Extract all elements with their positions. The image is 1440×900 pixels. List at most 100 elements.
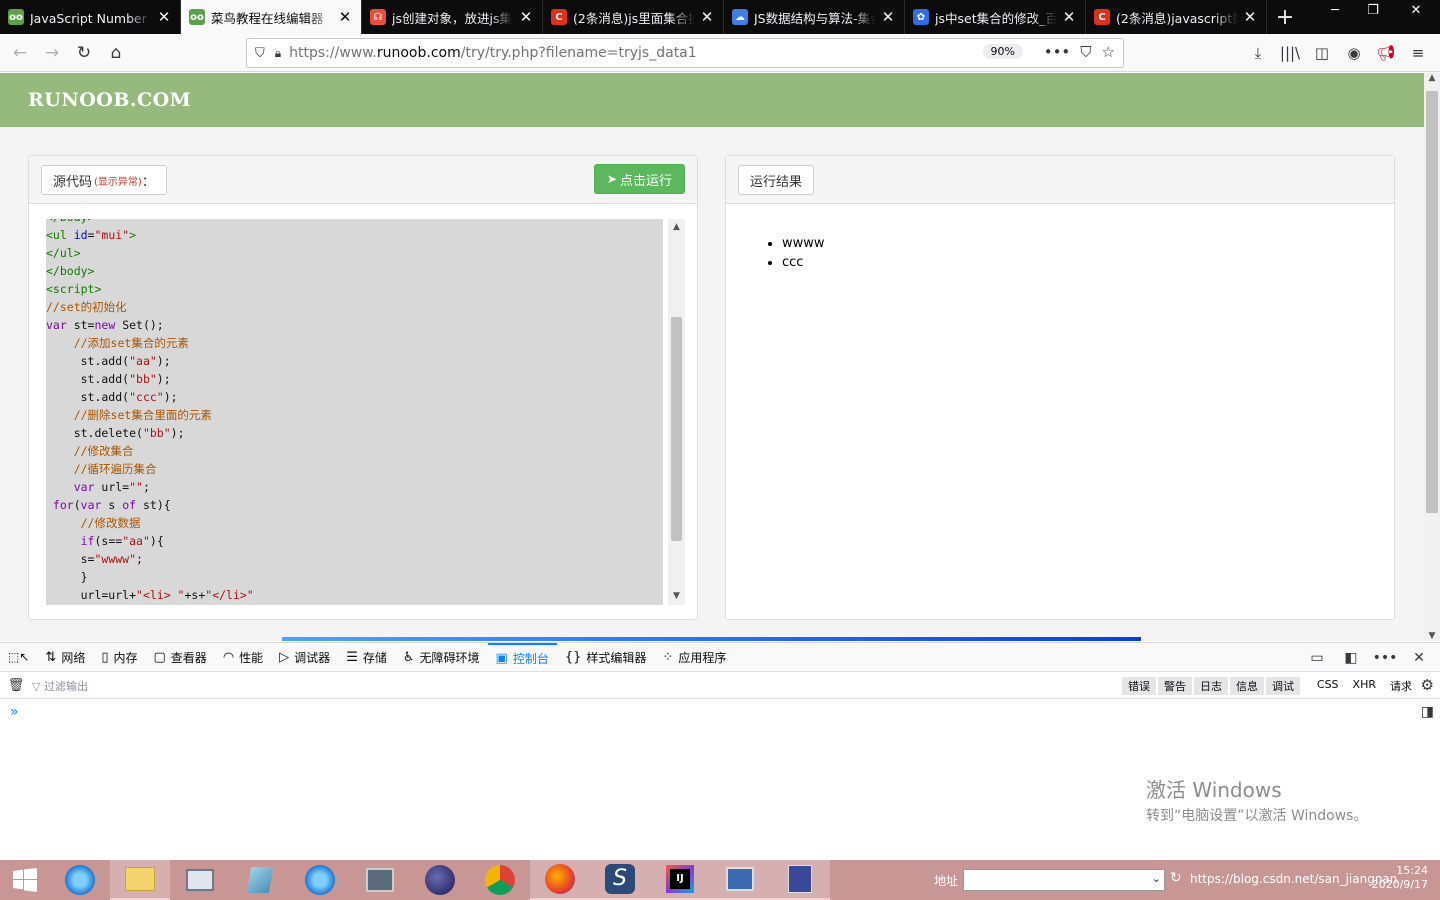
taskbar-building-app-icon[interactable]	[770, 860, 830, 900]
close-window-icon[interactable]: ✕	[1392, 0, 1440, 24]
scrollbar-thumb[interactable]	[671, 317, 682, 541]
level-info-button[interactable]: 信息	[1230, 677, 1264, 695]
devtools-tab-style-editor[interactable]: {} 样式编辑器	[557, 643, 655, 672]
tab-close-icon[interactable]: ✕	[156, 8, 172, 26]
clear-console-icon[interactable]: 🗑︎	[0, 678, 32, 693]
taskbar-chrome-icon[interactable]	[470, 860, 530, 900]
megaphone-icon[interactable]: 📢︎	[1370, 38, 1402, 68]
browser-tab[interactable]: ☁ JS数据结构与算法-集合 ✕	[724, 0, 905, 34]
chevron-down-icon[interactable]: ⌄	[1152, 872, 1161, 885]
code-token: //添加set集合的元素	[73, 336, 189, 350]
code-line: if(s=="aa"){	[46, 532, 663, 550]
site-logo[interactable]: RUNOOB.COM	[28, 89, 191, 111]
sidebar-icon[interactable]: ◫	[1306, 38, 1338, 68]
devtools-tab-debugger[interactable]: ▷ 调试器	[271, 643, 338, 672]
forward-icon[interactable]: →	[36, 37, 68, 69]
taskbar-address-go-icon[interactable]: ↻	[1170, 870, 1182, 886]
element-picker-icon[interactable]: ⬚↖	[0, 643, 37, 672]
taskbar-remote-app-icon[interactable]	[710, 860, 770, 900]
filter-xhr-button[interactable]: XHR	[1353, 678, 1376, 694]
taskbar-firefox-icon[interactable]	[530, 860, 590, 900]
level-log-button[interactable]: 日志	[1194, 677, 1228, 695]
tab-close-icon[interactable]: ✕	[880, 8, 896, 26]
taskbar-network-app-icon[interactable]	[350, 860, 410, 900]
devtools-tab-performance[interactable]: ◠ 性能	[215, 643, 271, 672]
tab-close-icon[interactable]: ✕	[699, 8, 715, 26]
account-icon[interactable]: ◉	[1338, 38, 1370, 68]
bookmark-star-icon[interactable]: ☆	[1102, 43, 1115, 61]
taskbar-monitor-app-icon[interactable]	[170, 860, 230, 900]
taskbar-ie-secondary-icon[interactable]	[290, 860, 350, 900]
tab-close-icon[interactable]: ✕	[337, 8, 353, 26]
taskbar-sublime-icon[interactable]: S	[590, 860, 650, 900]
hamburger-menu-icon[interactable]: ≡	[1402, 38, 1434, 68]
tab-title: 菜鸟教程在线编辑器	[211, 10, 324, 26]
devtools-tab-icon: ◠	[222, 649, 235, 665]
page-scrollbar[interactable]: ▲ ▼	[1424, 73, 1440, 641]
tab-close-icon[interactable]: ✕	[1242, 8, 1258, 26]
devtools-tab-storage[interactable]: ☰ 存储	[338, 643, 395, 672]
scroll-up-icon[interactable]: ▲	[668, 219, 685, 236]
reload-icon[interactable]: ↻	[68, 37, 100, 69]
more-actions-icon[interactable]: •••	[1044, 43, 1071, 61]
taskbar-eclipse-icon[interactable]	[410, 860, 470, 900]
library-icon[interactable]: |||\	[1274, 38, 1306, 68]
pocket-icon[interactable]: ⛉	[1080, 43, 1091, 61]
level-error-button[interactable]: 错误	[1122, 677, 1156, 695]
lock-icon[interactable]: 🔒︎	[275, 46, 281, 61]
back-icon[interactable]: ←	[4, 37, 36, 69]
console-sidebar-toggle-icon[interactable]: ◨	[1421, 704, 1434, 720]
devtools-tab-application[interactable]: ⁘ 应用程序	[654, 643, 734, 672]
url-path: /try/try.php?filename=tryjs_data1	[460, 45, 697, 61]
devtools-menu-icon[interactable]: •••	[1368, 650, 1402, 666]
zoom-badge[interactable]: 90%	[982, 44, 1023, 59]
browser-tab[interactable]: C (2条消息)js里面集合操 ✕	[543, 0, 724, 34]
code-editor-scrollbar[interactable]: ▲ ▼	[668, 219, 685, 605]
page-scroll-down-icon[interactable]: ▼	[1424, 631, 1440, 641]
taskbar-notes-app-icon[interactable]	[230, 860, 290, 900]
code-token: "</li>"	[205, 588, 254, 602]
devtools-tab-accessibility[interactable]: ♿ 无障碍环境	[395, 643, 488, 672]
start-button[interactable]	[0, 860, 50, 900]
console-prompt[interactable]: »	[10, 704, 19, 720]
browser-tab[interactable]: C (2条消息)javascript数 ✕	[1086, 0, 1267, 34]
devtools-tab-console[interactable]: ▣ 控制台	[487, 642, 557, 672]
taskbar-address-input[interactable]: ⌄	[963, 869, 1165, 891]
url-bar[interactable]: ⛉ 🔒︎ https://www. runoob.com/try/try.php?…	[246, 38, 1124, 68]
level-warning-button[interactable]: 警告	[1158, 677, 1192, 695]
display-error-hint[interactable]: (显示异常)	[94, 173, 142, 188]
page-scroll-up-icon[interactable]: ▲	[1424, 73, 1440, 83]
taskbar-ie-icon[interactable]	[50, 860, 110, 900]
devtools-tab-network[interactable]: ⇅ 网络	[37, 643, 93, 672]
download-icon[interactable]: ⤓	[1242, 38, 1274, 68]
filter-requests-button[interactable]: 请求	[1390, 678, 1412, 694]
home-icon[interactable]: ⌂	[100, 37, 132, 69]
devtools-tab-memory[interactable]: ▯ 内存	[93, 643, 145, 672]
browser-tab[interactable]: oo JavaScript Number 对 ✕	[0, 0, 181, 34]
split-console-icon[interactable]: ◧	[1334, 650, 1368, 666]
taskbar-clock[interactable]: 15:24 2020/9/17	[1372, 864, 1428, 892]
scroll-down-icon[interactable]: ▼	[668, 588, 685, 605]
tab-close-icon[interactable]: ✕	[518, 8, 534, 26]
browser-tab[interactable]: oo 菜鸟教程在线编辑器 ✕	[181, 0, 362, 34]
tab-close-icon[interactable]: ✕	[1061, 8, 1077, 26]
dock-side-icon[interactable]: ▭	[1300, 650, 1334, 666]
taskbar-intellij-icon[interactable]: IJ	[650, 860, 710, 900]
taskbar-file-explorer-icon[interactable]	[110, 860, 170, 900]
level-debug-button[interactable]: 调试	[1266, 677, 1300, 695]
filter-css-button[interactable]: CSS	[1317, 678, 1339, 694]
console-filter-input[interactable]: ▽ 过滤输出	[32, 678, 88, 694]
shield-icon[interactable]: ⛉	[255, 46, 265, 61]
browser-tab[interactable]: ✿ js中set集合的修改_百度 ✕	[905, 0, 1086, 34]
console-settings-icon[interactable]: ⚙	[1421, 676, 1434, 694]
devtools-tab-inspector[interactable]: ▢ 查看器	[146, 643, 215, 672]
new-tab-button[interactable]: +	[1267, 0, 1303, 34]
run-button[interactable]: ➤ 点击运行	[593, 164, 685, 194]
code-token: );	[170, 426, 185, 440]
minimize-icon[interactable]: ─	[1316, 0, 1354, 24]
browser-tab[interactable]: ☊ js创建对象，放进js集合 ✕	[362, 0, 543, 34]
devtools-close-icon[interactable]: ✕	[1402, 650, 1436, 666]
code-editor[interactable]: </body> <ul id="mui"> </ul> </body> <script>…	[46, 219, 663, 605]
restore-icon[interactable]: ❐	[1354, 0, 1392, 24]
page-scrollbar-thumb[interactable]	[1426, 91, 1438, 513]
